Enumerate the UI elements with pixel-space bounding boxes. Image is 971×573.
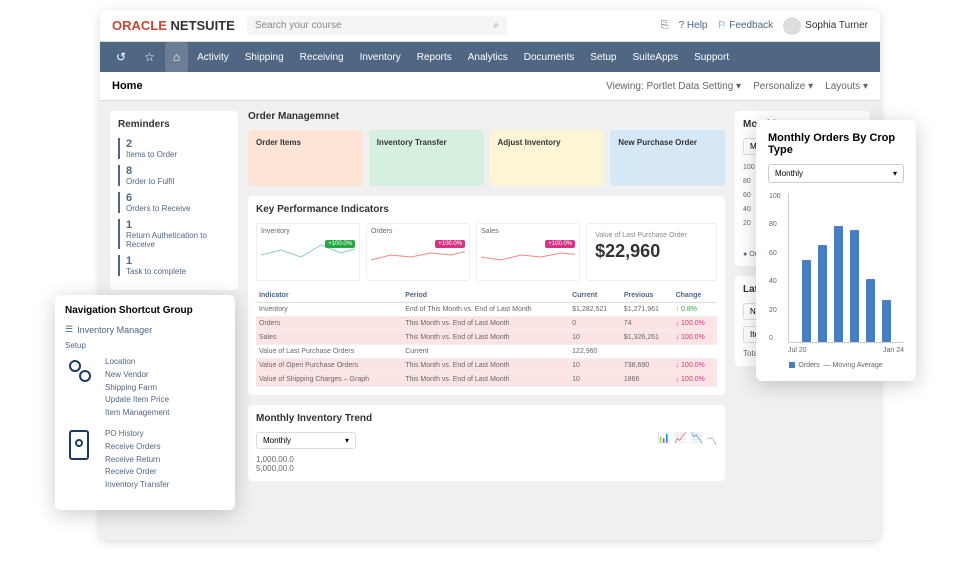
reminder-item[interactable]: 1Task to complete [118,255,230,276]
card-inv-transfer[interactable]: Inventory Transfer [369,130,484,186]
back-icon[interactable]: ↺ [108,42,134,72]
star-icon[interactable]: ☆ [136,42,163,72]
bar [834,226,843,342]
nav-setup[interactable]: Setup [583,44,623,71]
avatar [783,17,801,35]
reminder-item[interactable]: 6Orders to Receive [118,192,230,213]
viewing-dropdown[interactable]: Viewing: Portlet Data Setting ▾ [606,81,741,92]
nav-shortcut-popup: Navigation Shortcut Group ☰Inventory Man… [55,295,235,510]
chart-area-icon[interactable]: 📉 [691,433,703,448]
table-row[interactable]: Value of Shipping Charges – GraphThis Mo… [256,373,717,387]
top-bar: ORACLE NETSUITE Search your course⌕ ⎘ ? … [100,10,880,42]
reminder-item[interactable]: 8Order to Fulfil [118,165,230,186]
nav-inventory[interactable]: Inventory [353,44,408,71]
nav-reports[interactable]: Reports [410,44,459,71]
bar [802,260,811,342]
chart-trend-icon[interactable]: 〽 [707,433,717,448]
mit-title: Monthly Inventory Trend [256,413,717,424]
table-row[interactable]: SalesThis Month vs. End of Last Month10$… [256,331,717,345]
reminders-title: Reminders [118,119,230,130]
bar [818,245,827,342]
chart-type-icons: 📊 📈 📉 〽 [658,433,717,448]
mit-period-select[interactable]: Monthly▾ [256,432,356,449]
table-row[interactable]: OrdersThis Month vs. End of Last Month07… [256,317,717,331]
shortcut-link[interactable]: Shipping Farm [105,382,169,395]
search-icon: ⌕ [493,20,499,31]
shortcut-link[interactable]: Receive Return [105,454,169,467]
kpi-title: Key Performance Indicators [256,204,717,215]
popup2-period-select[interactable]: Monthly▾ [768,164,904,183]
kpi-table: IndicatorPeriodCurrentPreviousChangeInve… [256,289,717,387]
kpi-sales[interactable]: Sales+100.0% [476,223,580,281]
bar [866,279,875,342]
nav-receiving[interactable]: Receiving [293,44,351,71]
kpi-inventory[interactable]: Inventory+100.0% [256,223,360,281]
card-new-po[interactable]: New Purchase Order [610,130,725,186]
shortcut-link[interactable]: Inventory Transfer [105,479,169,492]
nav-suiteapps[interactable]: SuiteApps [625,44,685,71]
breadcrumb: Home [112,80,143,92]
shortcut-link[interactable]: Location [105,356,169,369]
inventory-manager-link[interactable]: ☰Inventory Manager [65,324,225,335]
card-order-items[interactable]: Order Items [248,130,363,186]
bar [850,230,859,342]
table-row[interactable]: InventoryEnd of This Month vs. End of La… [256,303,717,317]
nav-activity[interactable]: Activity [190,44,236,71]
chart-line-icon[interactable]: 📈 [674,433,686,448]
kpi-panel: Key Performance Indicators Inventory+100… [248,196,725,395]
table-row[interactable]: Value of Open Purchase OrdersThis Month … [256,359,717,373]
menu-icon: ☰ [65,324,73,335]
order-mgmt-panel: Order Managemnet Order Items Inventory T… [248,111,725,186]
document-icon [65,428,97,492]
om-title: Order Managemnet [248,111,725,122]
user-menu[interactable]: Sophia Turner [783,17,868,35]
card-adjust-inv[interactable]: Adjust Inventory [490,130,605,186]
mit-val-2: 5,000,00.0 [256,464,717,473]
shortcut-link[interactable]: New Vendor [105,369,169,382]
nav-analytics[interactable]: Analytics [461,44,515,71]
nav-shipping[interactable]: Shipping [238,44,291,71]
popup2-title: Monthly Orders By Crop Type [768,132,904,156]
bar-chart: 100806040200 [788,193,904,343]
notification-icon[interactable]: ⎘ [661,20,669,31]
reminder-item[interactable]: 1Return Authetication to Receive [118,219,230,249]
chart-legend: Orders — Moving Average [768,362,904,369]
bar [882,300,891,342]
shortcut-link[interactable]: Update Item Price [105,394,169,407]
shortcut-link[interactable]: Receive Order [105,466,169,479]
mit-val-1: 1,000,00.0 [256,455,717,464]
kpi-value: Value of Last Purchase Order$22,960 [586,223,717,281]
help-link[interactable]: ? Help [679,20,708,31]
gear-icon [65,356,97,420]
shortcut-link[interactable]: Receive Orders [105,441,169,454]
nav-documents[interactable]: Documents [517,44,582,71]
nav-bar: ↺ ☆ ⌂ Activity Shipping Receiving Invent… [100,42,880,72]
mit-panel: Monthly Inventory Trend Monthly▾ 📊 📈 📉 〽… [248,405,725,481]
setup-label: Setup [65,341,225,350]
reminders-panel: Reminders 2Items to Order 8Order to Fulfi… [110,111,238,290]
popup1-title: Navigation Shortcut Group [65,305,225,316]
layouts-dropdown[interactable]: Layouts ▾ [825,81,868,92]
chevron-down-icon: ▾ [345,436,349,445]
shortcut-link[interactable]: Item Management [105,407,169,420]
nav-support[interactable]: Support [687,44,736,71]
reminder-item[interactable]: 2Items to Order [118,138,230,159]
home-icon[interactable]: ⌂ [165,42,188,72]
search-input[interactable]: Search your course⌕ [247,16,507,35]
crop-chart-popup: Monthly Orders By Crop Type Monthly▾ 100… [756,120,916,381]
personalize-dropdown[interactable]: Personalize ▾ [753,81,813,92]
sub-bar: Home Viewing: Portlet Data Setting ▾ Per… [100,72,880,101]
feedback-link[interactable]: ⚐ Feedback [718,20,774,31]
table-row[interactable]: Value of Last Purchase OrdersCurrent122,… [256,345,717,359]
kpi-orders[interactable]: Orders+100.0% [366,223,470,281]
chevron-down-icon: ▾ [893,169,897,178]
chart-bar-icon[interactable]: 📊 [658,433,670,448]
logo: ORACLE NETSUITE [112,18,235,33]
shortcut-link[interactable]: PO History [105,428,169,441]
